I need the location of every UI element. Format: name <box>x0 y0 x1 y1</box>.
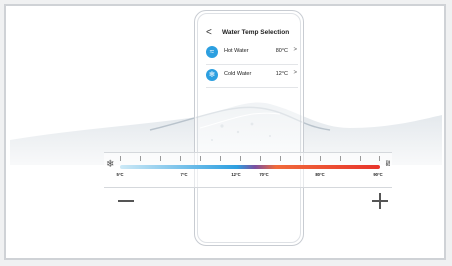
screen-header: < Water Temp Selection <box>198 27 300 40</box>
cold-water-value: 12°C <box>275 71 288 77</box>
tick-mark <box>180 156 181 161</box>
chevron-right-icon: > <box>293 47 297 53</box>
slider-label: 5°C <box>116 172 124 177</box>
cold-water-row[interactable]: ❄ Cold Water 12°C > <box>206 67 298 83</box>
tick-mark <box>220 156 221 161</box>
tick-mark <box>320 156 321 161</box>
slider-label: 12°C <box>231 172 241 177</box>
tick-mark <box>379 156 380 161</box>
chevron-right-icon: > <box>293 70 297 76</box>
tick-mark <box>160 156 161 161</box>
tick-mark <box>360 156 361 161</box>
heat-waves-icon: ≀≀≀ <box>384 158 391 168</box>
back-button[interactable]: < <box>206 27 212 38</box>
tick-mark <box>200 156 201 161</box>
hot-water-icon: ≈ <box>206 46 218 58</box>
tick-mark <box>340 156 341 161</box>
slider-label: 90°C <box>373 172 383 177</box>
slider-label: 80°C <box>315 172 325 177</box>
row-divider <box>206 87 298 88</box>
hot-water-label: Hot Water <box>224 48 249 54</box>
tick-mark <box>140 156 141 161</box>
tick-mark <box>240 156 241 161</box>
hot-water-row[interactable]: ≈ Hot Water 80°C > <box>206 44 298 60</box>
page-title: Water Temp Selection <box>222 29 290 36</box>
temperature-slider[interactable]: ❄ ≀≀≀ 5°C 7°C 12°C 70°C 80°C 90°C <box>104 152 392 188</box>
decrease-button[interactable] <box>118 200 134 202</box>
phone-screen: < Water Temp Selection ≈ Hot Water 80°C … <box>197 13 301 243</box>
tick-mark <box>120 156 121 161</box>
snowflake-icon: ❄ <box>206 69 218 81</box>
snowflake-icon: ❄ <box>106 159 115 170</box>
phone-mockup: < Water Temp Selection ≈ Hot Water 80°C … <box>194 10 304 246</box>
tick-mark <box>260 156 261 161</box>
slider-label: 70°C <box>259 172 269 177</box>
row-divider <box>206 64 298 65</box>
plus-icon <box>379 193 381 209</box>
tick-mark <box>300 156 301 161</box>
tick-mark <box>280 156 281 161</box>
hot-water-value: 80°C <box>275 48 288 54</box>
cold-water-label: Cold Water <box>224 71 252 77</box>
slider-label: 7°C <box>180 172 188 177</box>
slider-ticks: 5°C 7°C 12°C 70°C 80°C 90°C <box>116 156 383 177</box>
